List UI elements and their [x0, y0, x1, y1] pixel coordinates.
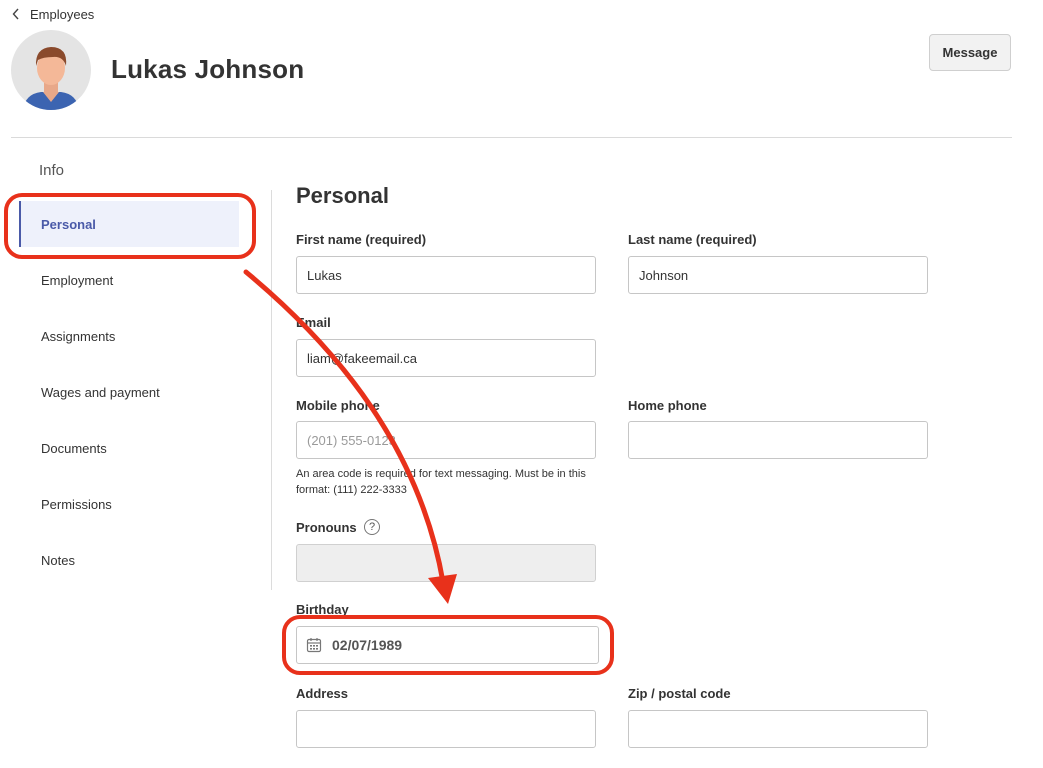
avatar [11, 30, 91, 110]
birthday-value: 02/07/1989 [332, 637, 403, 653]
mobile-phone-label: Mobile phone [296, 398, 380, 413]
pronouns-label: Pronouns [296, 520, 357, 535]
email-label: Email [296, 315, 331, 330]
sidebar-item-documents[interactable]: Documents [19, 425, 239, 471]
zip-label: Zip / postal code [628, 686, 731, 701]
mobile-phone-helper: An area code is required for text messag… [296, 468, 586, 496]
sidebar-item-label: Personal [41, 216, 96, 232]
sidebar-item-label: Permissions [41, 496, 112, 512]
sidebar-item-notes[interactable]: Notes [19, 537, 239, 583]
header-divider [11, 137, 1012, 138]
sidebar-item-label: Assignments [41, 328, 116, 344]
sidebar-item-permissions[interactable]: Permissions [19, 481, 239, 527]
sidebar-item-label: Employment [41, 272, 114, 288]
employee-name: Lukas Johnson [111, 54, 305, 84]
sidebar-item-label: Wages and payment [41, 384, 160, 400]
back-to-employees-link[interactable]: Employees [12, 4, 94, 24]
pronouns-field[interactable] [296, 544, 596, 582]
address-label: Address [296, 686, 349, 701]
first-name-label: First name (required) [296, 232, 427, 247]
home-phone-label: Home phone [628, 398, 707, 413]
mobile-phone-field[interactable] [296, 421, 596, 459]
sidebar-item-assignments[interactable]: Assignments [19, 313, 239, 359]
sidebar-item-employment[interactable]: Employment [19, 257, 239, 303]
help-circle-icon[interactable]: ? [364, 519, 380, 535]
last-name-label: Last name (required) [628, 232, 757, 247]
section-title: Personal [296, 183, 389, 208]
sidebar-item-personal[interactable]: Personal [19, 201, 239, 247]
sidebar-divider [271, 190, 272, 590]
last-name-field[interactable] [628, 256, 928, 294]
sidebar-item-label: Documents [41, 440, 107, 456]
sidebar-item-wages-and-payment[interactable]: Wages and payment [19, 369, 239, 415]
first-name-field[interactable] [296, 256, 596, 294]
info-heading: Info [39, 162, 65, 179]
back-link-label: Employees [30, 6, 95, 22]
birthday-date-field[interactable]: 02/07/1989 [296, 626, 599, 664]
home-phone-field[interactable] [628, 421, 928, 459]
zip-field[interactable] [628, 710, 928, 748]
chevron-left-icon [12, 8, 19, 20]
message-button[interactable]: Message [929, 34, 1011, 71]
birthday-label: Birthday [296, 602, 349, 617]
calendar-icon [306, 638, 322, 653]
address-field[interactable] [296, 710, 596, 748]
avatar-person-icon [23, 47, 79, 110]
sidebar-item-label: Notes [41, 552, 75, 568]
email-field[interactable] [296, 339, 596, 377]
